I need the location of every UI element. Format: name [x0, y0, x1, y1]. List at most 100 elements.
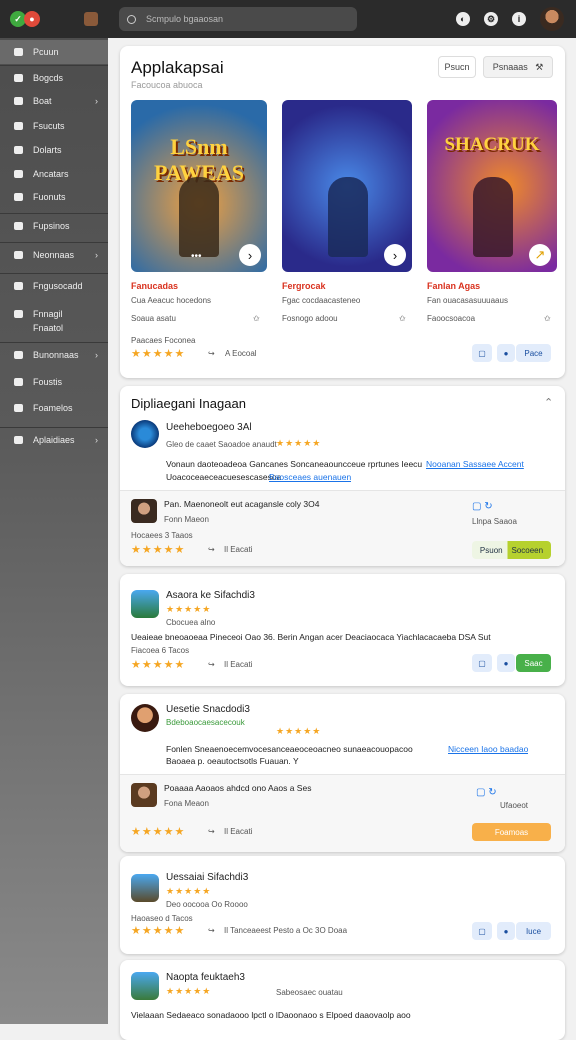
- boat-icon: [14, 97, 23, 105]
- pin-icon[interactable]: ✩: [544, 314, 551, 323]
- game-card-2[interactable]: ›: [282, 100, 412, 272]
- app-icon[interactable]: [131, 590, 159, 618]
- review-footer-link[interactable]: Il Tanceaeest Pesto a Oc 3O Doaa: [224, 926, 347, 935]
- sidebar-item-7[interactable]: Fuonuts: [0, 185, 108, 209]
- sidebar-item-8[interactable]: Fupsinos: [0, 213, 108, 237]
- game-name-2[interactable]: Fergrocak: [282, 281, 326, 291]
- review-card-5: Naopta feuktaeh3 ★★★★★ Sabeosaec ouatau …: [120, 960, 565, 1040]
- action-button[interactable]: Pace: [516, 344, 551, 362]
- pin-icon[interactable]: ✩: [399, 314, 406, 323]
- review-link[interactable]: Nicceen Iaoo baadao: [448, 744, 528, 754]
- review-reply-row: Poaaaa Aaoaos ahdcd ono Aaos a Ses Fona …: [120, 774, 565, 852]
- game-art-title: SHACRUK: [444, 134, 540, 155]
- share-icon[interactable]: ↪: [208, 349, 215, 358]
- game-name-3[interactable]: Fanlan Agas: [427, 281, 480, 291]
- review-meta: Deo oocooa Oo Roooo: [166, 900, 248, 909]
- sidebar-item-3[interactable]: Boat ›: [0, 89, 108, 113]
- tag-icon: [14, 404, 23, 412]
- review-title[interactable]: Uessaiai Sifachdi3: [166, 872, 248, 883]
- flag-icon: [14, 378, 23, 386]
- share-icon[interactable]: ↪: [208, 827, 215, 836]
- reply-right-meta: Llnpa Saaoa: [472, 517, 517, 526]
- share-icon[interactable]: ↪: [208, 926, 215, 935]
- app-logo[interactable]: ✓ ●: [10, 4, 40, 34]
- review-title[interactable]: Ueeheboegoeo 3Al: [166, 422, 252, 433]
- home-icon: [14, 48, 23, 56]
- sidebar-item-1[interactable]: Pcuun: [0, 40, 108, 64]
- review-meta: Sabeosaec ouatau: [276, 988, 343, 997]
- sidebar-item-12[interactable]: Fnaatol: [0, 316, 108, 340]
- bookmark-icon[interactable]: ▢: [472, 922, 492, 940]
- avatar[interactable]: [131, 783, 157, 807]
- reply-action-button[interactable]: Foamoas: [472, 823, 551, 841]
- action-button[interactable]: Iuce: [516, 922, 551, 940]
- game-card-1[interactable]: LSnm PAWEAS ••• ›: [131, 100, 267, 272]
- game-name-1[interactable]: Fanucadas: [131, 281, 178, 291]
- review-footer-link[interactable]: Il Eacati: [224, 660, 252, 669]
- game-art-figure: [178, 177, 219, 258]
- review-title[interactable]: Asaora ke Sifachdi3: [166, 590, 255, 601]
- action-button[interactable]: Saac: [516, 654, 551, 672]
- next-arrow-icon[interactable]: ↗: [529, 244, 551, 266]
- footer-link[interactable]: A Eocoal: [225, 349, 257, 358]
- sidebar-item-9[interactable]: Neonnaas ›: [0, 242, 108, 266]
- pin-icon[interactable]: ✩: [253, 314, 260, 323]
- sidebar-item-2[interactable]: Bogcds: [0, 65, 108, 89]
- bookmark-icon[interactable]: ▢: [472, 654, 492, 672]
- reply-title[interactable]: Poaaaa Aaoaos ahdcd ono Aaos a Ses: [164, 783, 384, 793]
- next-arrow-icon[interactable]: ›: [239, 244, 261, 266]
- reply-action-icons[interactable]: ▢ ↻: [472, 501, 493, 512]
- review-meta: Cbocuea alno: [166, 618, 216, 627]
- sort-button[interactable]: Psnaaas ⚒: [483, 56, 553, 78]
- sidebar-item-6[interactable]: Ancatars: [0, 162, 108, 186]
- share-icon[interactable]: ↪: [208, 660, 215, 669]
- sidebar-item-10[interactable]: Fngusocadd: [0, 273, 108, 297]
- reply-right-meta: Ufaoeot: [500, 801, 529, 810]
- folder-icon: [14, 221, 23, 230]
- reply-action-icons[interactable]: ▢ ↻: [476, 787, 497, 798]
- app-icon[interactable]: [131, 420, 159, 448]
- search-input[interactable]: Scmpulo bgaaosan: [119, 7, 357, 31]
- review-title[interactable]: Uesetie Snacdodi3: [166, 704, 250, 715]
- share-round-icon[interactable]: ●: [497, 344, 515, 362]
- notification-icon[interactable]: ◐: [456, 12, 470, 26]
- reply-footer-link[interactable]: Il Eacati: [224, 545, 252, 554]
- star-rating: ★★★★★: [131, 544, 186, 556]
- review-link-2[interactable]: Baosceaes auenauen: [269, 472, 351, 482]
- list-icon: [14, 250, 23, 259]
- filter-button[interactable]: Psucn: [438, 56, 476, 78]
- sidebar-item-13[interactable]: Bunonnaas ›: [0, 342, 108, 366]
- info-icon[interactable]: i: [512, 12, 526, 26]
- share-round-icon[interactable]: ●: [497, 922, 515, 940]
- user-mini-avatar[interactable]: [84, 12, 98, 26]
- profile-avatar[interactable]: [540, 7, 564, 31]
- settings-icon[interactable]: ⚙: [484, 12, 498, 26]
- review-rating-label: Fiacoea 6 Tacos: [131, 646, 190, 655]
- reply-footer-link[interactable]: Il Eacati: [224, 827, 252, 836]
- reply-toggle[interactable]: Psuon Socoeen: [472, 541, 551, 559]
- search-icon: [127, 14, 136, 24]
- app-icon[interactable]: [131, 874, 159, 902]
- avatar[interactable]: [131, 704, 159, 732]
- review-link[interactable]: Nooanan Sassaee Accent: [426, 459, 524, 469]
- app-icon[interactable]: [131, 972, 159, 1000]
- review-section: Dipliaegani Inagaan ⌃ Ueeheboegoeo 3Al G…: [120, 386, 565, 566]
- rating-label: Paacaes Foconea: [131, 336, 196, 345]
- sidebar-item-14[interactable]: Foustis: [0, 370, 108, 394]
- game-card-3[interactable]: SHACRUK ↗: [427, 100, 557, 272]
- bookmark-icon[interactable]: ▢: [472, 344, 492, 362]
- data-icon: [14, 146, 23, 154]
- share-round-icon[interactable]: ●: [497, 654, 515, 672]
- collapse-chevron-icon[interactable]: ⌃: [544, 396, 553, 409]
- reply-title[interactable]: Pan. Maenoneolt eut acagansle coly 3O4: [164, 499, 384, 509]
- review-title[interactable]: Naopta feuktaeh3: [166, 972, 245, 983]
- wrench-icon: ⚒: [535, 61, 544, 72]
- sidebar-item-15[interactable]: Foamelos: [0, 396, 108, 420]
- avatar[interactable]: [131, 499, 157, 523]
- sidebar-item-16[interactable]: Aplaidiaes ›: [0, 427, 108, 451]
- next-arrow-icon[interactable]: ›: [384, 244, 406, 266]
- review-reply-row: Pan. Maenoneolt eut acagansle coly 3O4 F…: [120, 490, 565, 566]
- share-icon[interactable]: ↪: [208, 545, 215, 554]
- sidebar-item-5[interactable]: Dolarts: [0, 138, 108, 162]
- sidebar-item-4[interactable]: Fsucuts: [0, 114, 108, 138]
